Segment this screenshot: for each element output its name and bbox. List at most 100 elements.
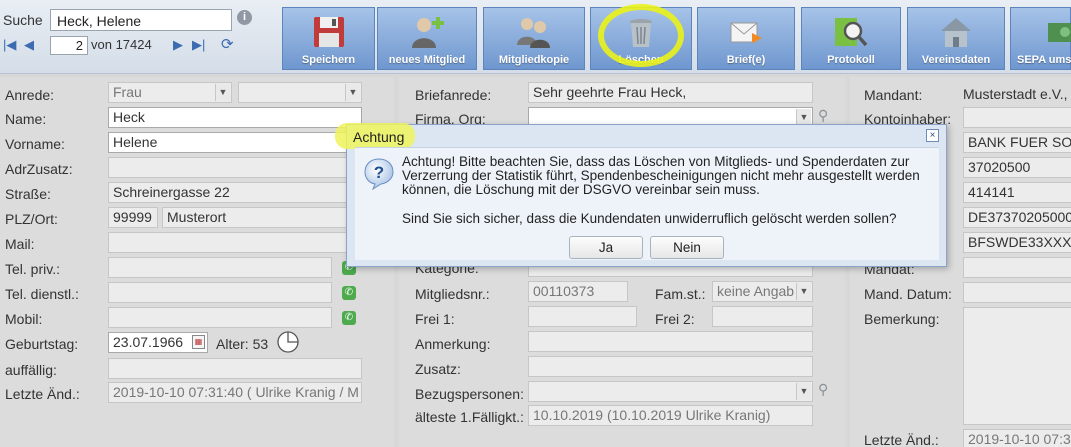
zip-city-label: PLZ/Ort: xyxy=(5,211,58,227)
member-copy-button[interactable]: Mitgliedkopie xyxy=(483,7,585,70)
street-label: Straße: xyxy=(5,186,51,202)
comment-label: Bemerkung: xyxy=(864,311,940,327)
phone-private-label: Tel. priv.: xyxy=(5,261,60,277)
highlight-marker xyxy=(598,4,684,67)
account-holder-field[interactable] xyxy=(963,107,1071,128)
new-member-button[interactable]: neues Mitglied xyxy=(377,7,477,70)
record-count: von 17424 xyxy=(91,37,152,52)
chevron-down-icon: ▼ xyxy=(215,84,230,101)
phone-work-label: Tel. dienstl.: xyxy=(5,286,79,302)
firstname-field[interactable]: Helene xyxy=(108,132,362,153)
bank-name-field[interactable]: BANK FUER SOZI xyxy=(963,132,1071,153)
birthday-label: Geburtstag: xyxy=(5,336,79,352)
free1-field[interactable] xyxy=(528,306,637,327)
info-icon[interactable]: i xyxy=(237,10,252,25)
marital-status-select[interactable]: keine Angab ▼ xyxy=(712,281,813,302)
mandate-date-field[interactable] xyxy=(963,282,1071,303)
sepa-button-label: SEPA ums xyxy=(1017,54,1071,66)
free2-field[interactable] xyxy=(712,306,813,327)
dialog-question: Sind Sie sich sicher, dass die Kundendat… xyxy=(402,211,897,226)
first-record-icon[interactable]: |◀ xyxy=(3,37,16,53)
mail-field[interactable] xyxy=(108,232,362,253)
member-copy-button-label: Mitgliedkopie xyxy=(498,54,570,66)
addition-field[interactable] xyxy=(528,356,813,377)
iban-field[interactable]: DE373702050000 xyxy=(963,207,1071,228)
birthday-value: 23.07.1966 xyxy=(113,334,184,350)
mobile-label: Mobil: xyxy=(5,311,43,327)
comment-textarea[interactable] xyxy=(963,307,1071,425)
search-label: Suche xyxy=(3,12,43,28)
protocol-button[interactable]: Protokoll xyxy=(801,7,901,70)
last-record-icon[interactable]: ▶| xyxy=(192,37,205,53)
last-change-field: 2019-10-10 07:31:40 ( Ulrike Kranig / M xyxy=(108,382,362,403)
salutation-value: Frau xyxy=(113,84,142,100)
save-button[interactable]: Speichern xyxy=(282,7,375,70)
letters-button-label: Brief(e) xyxy=(726,54,766,66)
free1-label: Frei 1: xyxy=(415,311,455,327)
search-icon[interactable]: ⚲ xyxy=(818,381,828,398)
marital-status-label: Fam.st.: xyxy=(655,286,706,302)
address-addition-label: AdrZusatz: xyxy=(5,161,73,177)
close-icon[interactable]: × xyxy=(926,129,939,142)
street-field[interactable]: Schreinergasse 22 xyxy=(108,182,362,203)
magnifier-chart-icon xyxy=(835,18,868,47)
search-icon[interactable]: ⚲ xyxy=(818,107,828,124)
sepa-button[interactable]: SEPA ums xyxy=(1010,7,1071,70)
phone-work-field[interactable] xyxy=(108,282,332,303)
delete-confirm-dialog: Achtung × ? Achtung! Bitte beachten Sie,… xyxy=(335,123,947,267)
phone-icon[interactable]: ✆ xyxy=(342,311,356,325)
club-data-button[interactable]: Vereinsdaten xyxy=(907,7,1005,70)
remark-field[interactable] xyxy=(528,331,813,352)
no-button[interactable]: Nein xyxy=(650,236,724,259)
zip-field[interactable]: 99999 xyxy=(108,207,158,228)
search-input[interactable]: Heck, Helene xyxy=(50,9,232,31)
name-field[interactable]: Heck xyxy=(108,107,362,128)
new-member-button-label: neues Mitglied xyxy=(388,54,466,66)
mandate-field[interactable] xyxy=(963,257,1071,278)
bic-field[interactable]: BFSWDE33XXX xyxy=(963,232,1071,253)
pie-clock-icon xyxy=(277,331,299,353)
last-change-field: 2019-10-10 07:3 xyxy=(963,429,1071,447)
firstname-label: Vorname: xyxy=(5,136,65,152)
oldest-due-label: älteste 1.Fälligkt.: xyxy=(415,409,524,425)
svg-text:?: ? xyxy=(374,163,384,182)
bank-code-field[interactable]: 37020500 xyxy=(963,157,1071,178)
related-persons-label: Bezugspersonen: xyxy=(415,386,524,402)
chevron-down-icon: ▼ xyxy=(345,84,360,101)
last-change-label: Letzte Änd.: xyxy=(5,386,80,402)
salutation-select[interactable]: Frau ▼ xyxy=(108,82,232,103)
calendar-icon[interactable]: ▦ xyxy=(192,335,205,349)
yes-button[interactable]: Ja xyxy=(569,236,643,259)
account-number-field[interactable]: 414141 xyxy=(963,182,1071,203)
chevron-down-icon: ▼ xyxy=(796,283,811,300)
previous-record-icon[interactable]: ◀ xyxy=(24,37,34,53)
letter-salutation-field[interactable]: Sehr geehrte Frau Heck, xyxy=(528,82,813,103)
letters-button[interactable]: Brief(e) xyxy=(697,7,795,70)
free2-label: Frei 2: xyxy=(655,311,695,327)
related-persons-select[interactable]: ▼ xyxy=(528,381,813,402)
house-icon xyxy=(941,18,971,47)
club-data-button-label: Vereinsdaten xyxy=(921,54,991,66)
refresh-icon[interactable]: ⟳ xyxy=(221,35,234,53)
name-label: Name: xyxy=(5,111,47,127)
save-button-label: Speichern xyxy=(301,54,356,66)
add-person-icon xyxy=(412,17,444,48)
mail-label: Mail: xyxy=(5,236,35,252)
last-change-label: Letzte Änd.: xyxy=(864,432,939,447)
phone-private-field[interactable] xyxy=(108,257,332,278)
next-record-icon[interactable]: ▶ xyxy=(173,37,183,53)
address-addition-field[interactable] xyxy=(108,157,362,178)
notable-field[interactable] xyxy=(108,358,362,379)
client-label: Mandant: xyxy=(864,87,923,103)
phone-icon[interactable]: ✆ xyxy=(342,286,356,300)
city-field[interactable]: Musterort xyxy=(162,207,362,228)
record-number-input[interactable]: 2 xyxy=(50,36,88,55)
letter-salutation-label: Briefanrede: xyxy=(415,87,492,103)
age-text: Alter: 53 xyxy=(216,336,269,352)
oldest-due-field: 10.10.2019 (10.10.2019 Ulrike Kranig) xyxy=(528,405,813,426)
marital-status-value: keine Angab xyxy=(717,283,795,299)
title-select[interactable]: ▼ xyxy=(238,82,362,103)
member-number-label: Mitgliedsnr.: xyxy=(415,286,490,302)
banknote-icon xyxy=(1048,23,1071,42)
mobile-field[interactable] xyxy=(108,307,332,328)
